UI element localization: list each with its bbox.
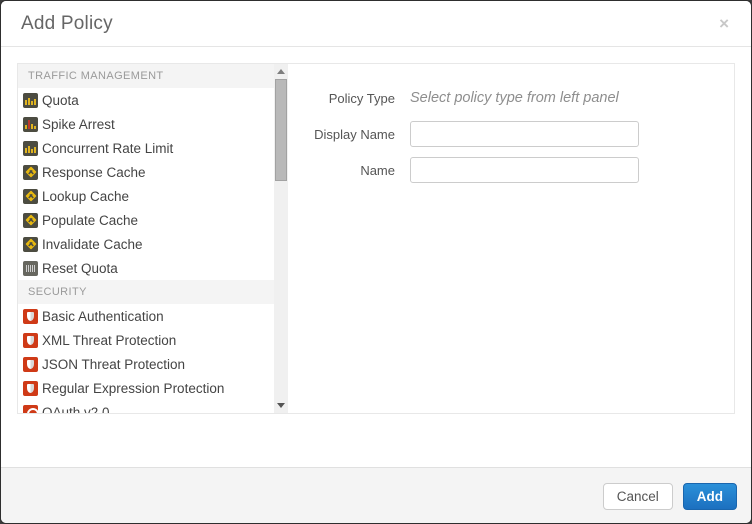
scroll-down-arrow-icon[interactable] [277, 403, 285, 408]
policy-list-item[interactable]: Quota [18, 88, 274, 112]
modal-body: TRAFFIC MANAGEMENT Quota Spike Arrest Concu… [1, 47, 751, 467]
shield-icon [23, 381, 38, 396]
category-header: TRAFFIC MANAGEMENT [18, 64, 274, 88]
display-name-label: Display Name [288, 127, 395, 142]
policy-item-label: Populate Cache [42, 213, 138, 228]
policy-item-label: XML Threat Protection [42, 333, 176, 348]
policy-type-label: Policy Type [288, 91, 395, 106]
oauth-icon [23, 405, 38, 414]
policy-item-label: Regular Expression Protection [42, 381, 224, 396]
content-box: TRAFFIC MANAGEMENT Quota Spike Arrest Concu… [17, 63, 735, 414]
policy-list-item[interactable]: Spike Arrest [18, 112, 274, 136]
policy-item-label: Reset Quota [42, 261, 118, 276]
modal-title: Add Policy [21, 13, 113, 35]
policy-item-label: Response Cache [42, 165, 146, 180]
shield-icon [23, 309, 38, 324]
modal-footer: Cancel Add [1, 467, 751, 524]
cache-icon [23, 165, 38, 180]
modal-header: Add Policy × [1, 1, 751, 47]
policy-item-label: Quota [42, 93, 79, 108]
add-button[interactable]: Add [683, 483, 737, 510]
display-name-row: Display Name [288, 121, 734, 147]
cache-icon [23, 237, 38, 252]
cache-icon [23, 213, 38, 228]
shield-icon [23, 357, 38, 372]
shield-icon [23, 333, 38, 348]
policy-item-label: Invalidate Cache [42, 237, 143, 252]
policy-list-item[interactable]: Invalidate Cache [18, 232, 274, 256]
quota-icon [23, 93, 38, 108]
policy-list: TRAFFIC MANAGEMENT Quota Spike Arrest Concu… [18, 64, 274, 413]
policy-item-label: Basic Authentication [42, 309, 164, 324]
policy-list-item[interactable]: XML Threat Protection [18, 328, 274, 352]
scrollbar-thumb[interactable] [275, 79, 287, 181]
scroll-up-arrow-icon[interactable] [277, 69, 285, 74]
close-icon[interactable]: × [713, 13, 735, 34]
display-name-field[interactable] [410, 121, 639, 147]
policy-list-item[interactable]: JSON Threat Protection [18, 352, 274, 376]
policy-list-item[interactable]: Reset Quota [18, 256, 274, 280]
policy-item-label: Concurrent Rate Limit [42, 141, 173, 156]
rate-limit-icon [23, 141, 38, 156]
name-row: Name [288, 157, 734, 183]
policy-item-label: JSON Threat Protection [42, 357, 185, 372]
spike-arrest-icon [23, 117, 38, 132]
policy-list-item[interactable]: Concurrent Rate Limit [18, 136, 274, 160]
policy-list-item[interactable]: Basic Authentication [18, 304, 274, 328]
cancel-button[interactable]: Cancel [603, 483, 673, 510]
policy-list-item[interactable]: Regular Expression Protection [18, 376, 274, 400]
add-policy-modal: Add Policy × TRAFFIC MANAGEMENT Quota Spik… [0, 0, 752, 524]
reset-quota-icon [23, 261, 38, 276]
policy-list-item[interactable]: Lookup Cache [18, 184, 274, 208]
policy-list-scrollbar[interactable] [274, 64, 288, 413]
name-label: Name [288, 163, 395, 178]
policy-item-label: Lookup Cache [42, 189, 129, 204]
policy-form: Policy Type Select policy type from left… [288, 64, 734, 413]
cache-icon [23, 189, 38, 204]
name-field[interactable] [410, 157, 639, 183]
policy-item-label: Spike Arrest [42, 117, 115, 132]
policy-list-item[interactable]: Populate Cache [18, 208, 274, 232]
policy-item-label: OAuth v2.0 [42, 405, 110, 414]
policy-list-item[interactable]: Response Cache [18, 160, 274, 184]
policy-type-hint: Select policy type from left panel [410, 90, 619, 106]
category-header: SECURITY [18, 280, 274, 304]
policy-type-row: Policy Type Select policy type from left… [288, 85, 734, 111]
policy-list-item[interactable]: OAuth v2.0 [18, 400, 274, 413]
